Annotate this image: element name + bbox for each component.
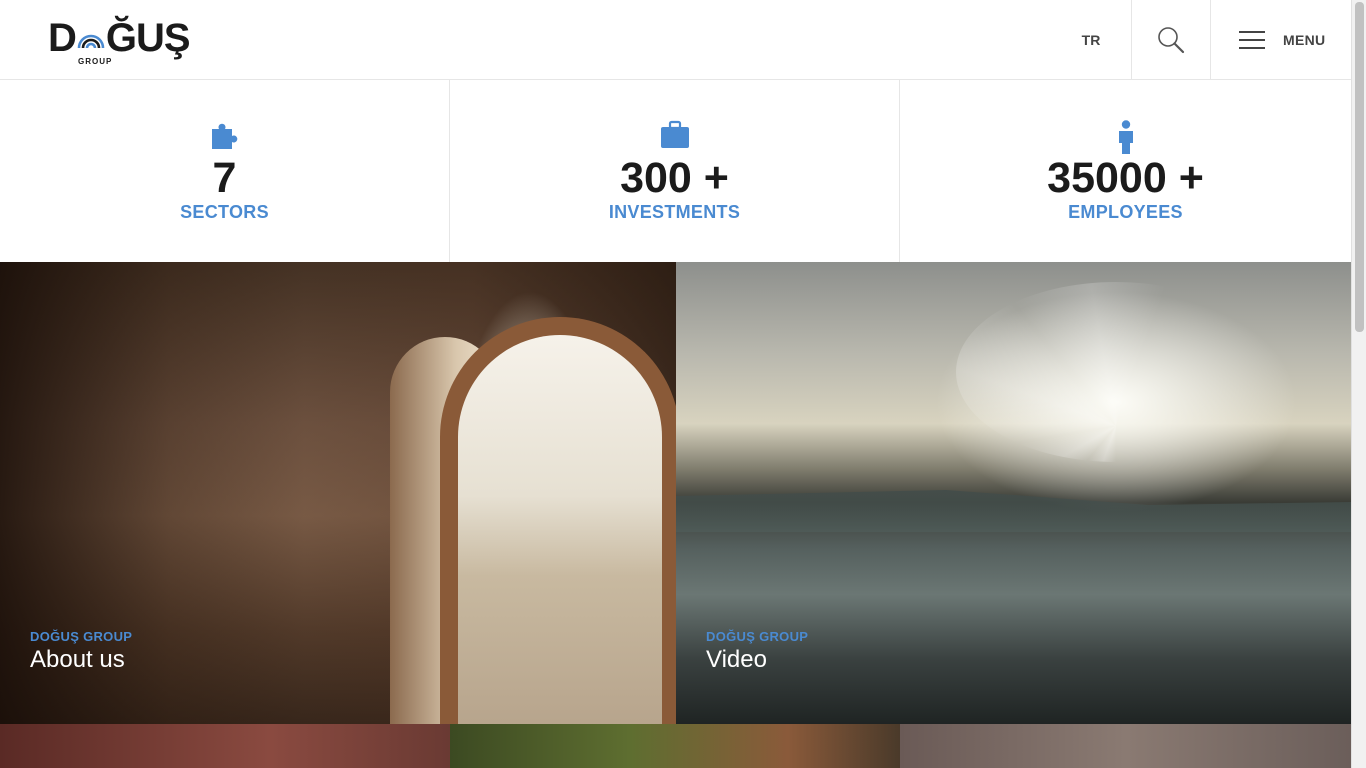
site-header: D ĞUŞ GROUP TR MENU [0, 0, 1351, 80]
horizon-photo-detail [676, 490, 1351, 532]
stat-label: SECTORS [180, 202, 269, 222]
stats-bar: 7 SECTORS 300 + INVESTMENTS 35000 + EMPL… [0, 80, 1351, 262]
bottom-tile-1[interactable] [0, 724, 450, 768]
person-icon [1110, 120, 1142, 154]
tile-caption: DOĞUŞ GROUP Video [706, 629, 808, 674]
logo-wordmark: D ĞUŞ [48, 14, 191, 62]
logo-fingerprint-icon [76, 22, 106, 52]
logo-text-left: D [48, 16, 77, 60]
tile-kicker: DOĞUŞ GROUP [706, 629, 809, 644]
search-button[interactable] [1131, 0, 1211, 80]
stat-value: 300 + [620, 154, 729, 202]
sun-rays-photo-detail [956, 282, 1276, 462]
stat-value: 35000 + [1047, 154, 1204, 202]
menu-label: MENU [1283, 32, 1326, 48]
briefcase-icon [659, 120, 691, 152]
puzzle-icon [209, 120, 241, 152]
tile-caption: DOĞUŞ GROUP About us [30, 629, 132, 674]
tile-kicker: DOĞUŞ GROUP [30, 629, 133, 644]
stat-label: EMPLOYEES [1068, 202, 1183, 222]
stat-label: INVESTMENTS [608, 202, 741, 222]
language-switch-button[interactable]: TR [1051, 0, 1131, 80]
stat-value: 7 [212, 154, 237, 202]
logo-text-right: ĞUŞ [105, 16, 191, 60]
bottom-tile-2[interactable] [450, 724, 900, 768]
about-us-tile[interactable]: DOĞUŞ GROUP About us [0, 262, 676, 724]
menu-button[interactable]: MENU [1211, 0, 1351, 80]
logo-subtitle: GROUP [78, 57, 113, 66]
tile-title: Video [706, 646, 767, 673]
tile-title: About us [30, 646, 125, 673]
bottom-tile-3[interactable] [900, 724, 1351, 768]
stat-employees: 35000 + EMPLOYEES [900, 80, 1351, 262]
scrollbar-thumb[interactable] [1355, 2, 1364, 332]
video-tile[interactable]: DOĞUŞ GROUP Video [676, 262, 1351, 724]
stat-sectors: 7 SECTORS [0, 80, 450, 262]
page-scrollbar[interactable] [1351, 0, 1366, 768]
hamburger-icon [1239, 31, 1265, 49]
search-icon [1158, 27, 1185, 54]
dogus-logo[interactable]: D ĞUŞ GROUP [48, 14, 204, 68]
stat-investments: 300 + INVESTMENTS [450, 80, 900, 262]
arch-photo-detail [440, 317, 676, 724]
